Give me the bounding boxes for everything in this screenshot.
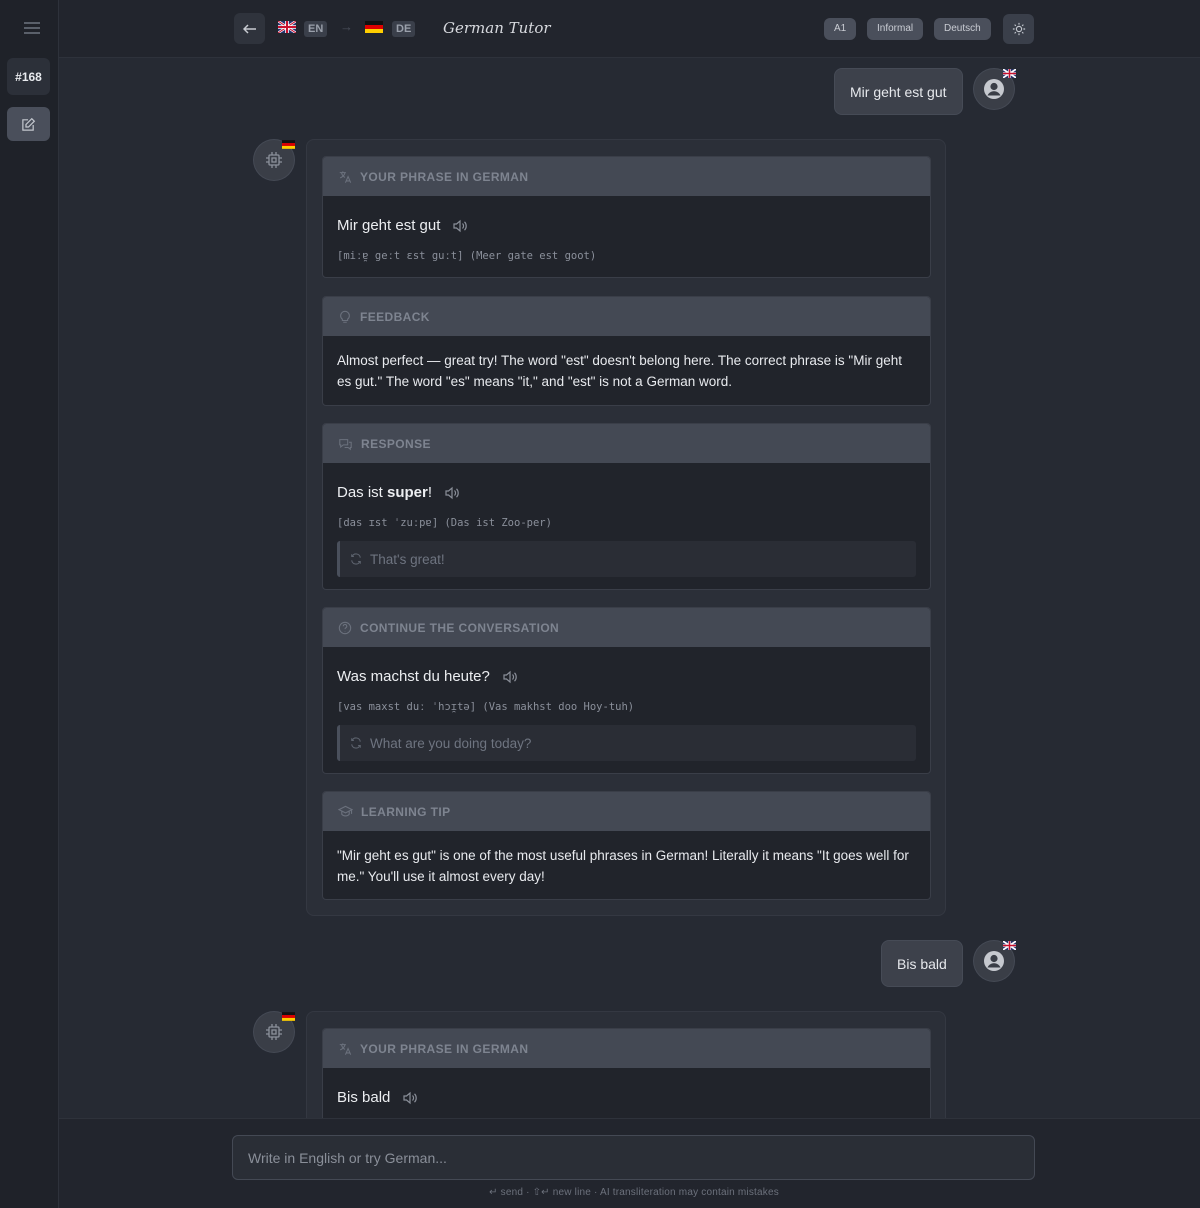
arrow-left-icon xyxy=(242,23,256,34)
section-title: YOUR PHRASE IN GERMAN xyxy=(360,1041,529,1056)
tutor-response-card: YOUR PHRASE IN GERMAN Bis bald xyxy=(306,1011,946,1119)
learning-tip-section: LEARNING TIP "Mir geht es gut" is one of… xyxy=(322,791,931,900)
german-phrase: Bis bald xyxy=(337,1089,391,1106)
message-input[interactable] xyxy=(232,1135,1035,1180)
section-title: RESPONSE xyxy=(361,436,431,451)
german-flag-icon xyxy=(365,21,383,33)
chat-bubbles-icon xyxy=(339,438,352,450)
sun-icon xyxy=(1012,22,1025,36)
german-response: Das ist super! xyxy=(337,484,433,501)
uk-flag-icon xyxy=(1003,69,1016,78)
german-question: Was machst du heute? xyxy=(337,668,490,685)
translation-text: What are you doing today? xyxy=(370,735,532,751)
arrow-right-icon: → xyxy=(340,19,353,34)
user-icon xyxy=(984,79,1004,99)
translation-reveal[interactable]: What are you doing today? xyxy=(337,725,916,761)
user-icon xyxy=(984,951,1004,971)
continue-section: CONTINUE THE CONVERSATION Was machst du … xyxy=(322,607,931,774)
feedback-text: Almost perfect — great try! The word "es… xyxy=(337,353,902,389)
chip-icon xyxy=(266,1024,282,1040)
user-message: Mir geht est gut xyxy=(834,68,963,115)
section-title: FEEDBACK xyxy=(360,309,430,324)
user-message: Bis bald xyxy=(881,940,963,987)
german-flag-icon xyxy=(282,1012,295,1021)
edit-icon xyxy=(22,117,36,131)
question-icon xyxy=(338,621,352,634)
conversation-badge[interactable]: #168 xyxy=(7,58,50,95)
keyboard-hint: ↵ send · ⇧↵ new line · AI transliteratio… xyxy=(489,1187,779,1198)
uk-flag-icon xyxy=(278,21,296,33)
section-header: YOUR PHRASE IN GERMAN xyxy=(323,157,930,196)
top-header: EN → DE German Tutor A1 Informal Deutsch xyxy=(59,0,1200,58)
composer-bar: ↵ send · ⇧↵ new line · AI transliteratio… xyxy=(59,1118,1200,1208)
refresh-icon xyxy=(351,553,361,565)
section-header: RESPONSE xyxy=(323,424,930,463)
transliteration: [miːɐ̯ geːt ɛst guːt] (Meer gate est goo… xyxy=(337,250,597,262)
translation-reveal[interactable]: That's great! xyxy=(337,541,916,577)
phrase-section: YOUR PHRASE IN GERMAN Mir geht est gut [… xyxy=(322,156,931,278)
speaker-icon[interactable] xyxy=(402,1091,418,1105)
ui-language-selector[interactable]: Deutsch xyxy=(934,18,991,40)
new-conversation-button[interactable] xyxy=(7,107,50,141)
source-lang-code[interactable]: EN xyxy=(304,21,328,37)
section-title: YOUR PHRASE IN GERMAN xyxy=(360,169,529,184)
lightbulb-icon xyxy=(340,310,350,323)
section-header: FEEDBACK xyxy=(323,297,930,336)
speaker-icon[interactable] xyxy=(502,670,518,684)
hamburger-icon xyxy=(24,22,40,34)
level-selector[interactable]: A1 xyxy=(824,18,857,40)
response-section: RESPONSE Das ist super! [das ɪst ˈzuːpɐ]… xyxy=(322,423,931,590)
refresh-icon xyxy=(351,737,361,749)
section-header: CONTINUE THE CONVERSATION xyxy=(323,608,930,647)
learning-tip-text: "Mir geht es gut" is one of the most use… xyxy=(337,848,909,884)
graduation-cap-icon xyxy=(338,805,353,817)
section-header: YOUR PHRASE IN GERMAN xyxy=(323,1029,930,1068)
speaker-icon[interactable] xyxy=(452,219,468,233)
transliteration: [vas maxst duː ˈhɔɪ̯tə] (Vas makhst doo … xyxy=(337,701,635,713)
phrase-section: YOUR PHRASE IN GERMAN Bis bald xyxy=(322,1028,931,1119)
section-title: LEARNING TIP xyxy=(361,804,451,819)
german-phrase: Mir geht est gut xyxy=(337,217,441,234)
feedback-section: FEEDBACK Almost perfect — great try! The… xyxy=(322,296,931,406)
translate-icon xyxy=(339,1042,352,1055)
theme-toggle-button[interactable] xyxy=(1003,14,1034,44)
transliteration: [das ɪst ˈzuːpɐ] (Das ist Zoo-per) xyxy=(337,517,552,529)
back-button[interactable] xyxy=(234,13,265,44)
menu-button[interactable] xyxy=(22,18,42,38)
section-title: CONTINUE THE CONVERSATION xyxy=(360,620,560,635)
chip-icon xyxy=(266,152,282,168)
section-header: LEARNING TIP xyxy=(323,792,930,831)
target-lang-code[interactable]: DE xyxy=(392,21,416,37)
translation-text: That's great! xyxy=(370,551,445,567)
tutor-response-card: YOUR PHRASE IN GERMAN Mir geht est gut [… xyxy=(306,139,946,916)
translate-icon xyxy=(339,170,352,183)
sidebar: #168 xyxy=(0,0,59,1208)
speaker-icon[interactable] xyxy=(444,486,460,500)
uk-flag-icon xyxy=(1003,941,1016,950)
app-title: German Tutor xyxy=(443,19,551,37)
german-flag-icon xyxy=(282,140,295,149)
register-selector[interactable]: Informal xyxy=(867,18,924,40)
